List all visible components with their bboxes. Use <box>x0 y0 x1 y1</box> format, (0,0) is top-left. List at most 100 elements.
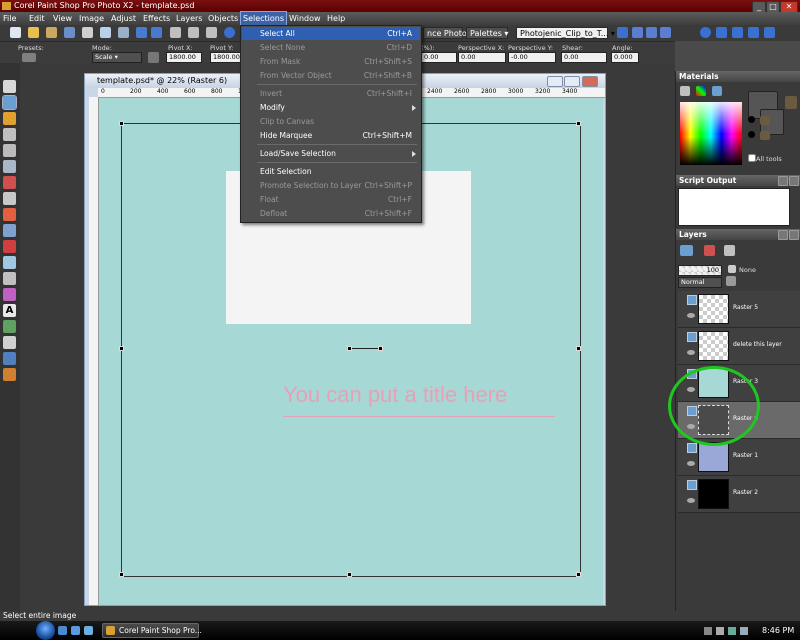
layer-properties-icon[interactable] <box>724 245 735 256</box>
menu-item-clip-to-canvas[interactable]: Clip to Canvas <box>242 115 420 128</box>
taskbar-clock[interactable]: 8:46 PM <box>762 621 794 640</box>
menu-item-promote-selection[interactable]: Promote Selection to Layer Ctrl+Shift+P <box>242 179 420 192</box>
menu-item-float[interactable]: Float Ctrl+F <box>242 193 420 206</box>
clone-tool-icon[interactable] <box>3 192 16 205</box>
frame-tab-icon[interactable] <box>680 86 690 96</box>
menu-window[interactable]: Window <box>289 12 321 25</box>
texture-picker-icon[interactable] <box>760 131 770 140</box>
angle-field[interactable]: 0.000 <box>611 52 639 63</box>
tray-icon[interactable] <box>740 627 748 635</box>
menu-view[interactable]: View <box>53 12 72 25</box>
scan-icon[interactable] <box>118 27 129 38</box>
menu-item-select-all[interactable]: Select All Ctrl+A <box>242 27 420 40</box>
visibility-eye-icon[interactable] <box>687 498 695 503</box>
palettes-dropdown[interactable]: Palettes ▾ <box>466 27 508 39</box>
enhance-photo-dropdown[interactable]: nce Photo ▾ <box>423 27 473 39</box>
perspective-y-field[interactable]: -0.00 <box>508 52 556 63</box>
menu-item-hide-marquee[interactable]: Hide Marquee Ctrl+Shift+M <box>242 129 420 142</box>
delete-layer-icon[interactable] <box>704 245 715 256</box>
visibility-eye-icon[interactable] <box>687 313 695 318</box>
doc-close-button[interactable] <box>582 76 598 87</box>
shape-tool-icon[interactable] <box>3 320 16 333</box>
transform-handle[interactable] <box>119 572 124 577</box>
menu-help[interactable]: Help <box>327 12 345 25</box>
step-script-icon[interactable] <box>646 27 657 38</box>
pen-tool-icon[interactable] <box>3 336 16 349</box>
save-script-icon[interactable] <box>732 27 743 38</box>
swap-colors-icon[interactable] <box>785 96 797 109</box>
paste-icon[interactable] <box>206 27 217 38</box>
shear-field[interactable]: 0.00 <box>561 52 607 63</box>
red-eye-tool-icon[interactable] <box>3 176 16 189</box>
texture-picker-icon[interactable] <box>760 116 770 125</box>
doc-maximize-button[interactable] <box>564 76 580 87</box>
layer-row[interactable]: Raster 1 <box>678 439 800 476</box>
palette-help-button[interactable] <box>778 176 788 186</box>
warp-tool-icon[interactable] <box>3 352 16 365</box>
pivot-x-field[interactable]: 1800.00 <box>166 52 202 63</box>
script-options-icon[interactable] <box>764 27 775 38</box>
taskbar-app-button[interactable]: Corel Paint Shop Pro... <box>102 623 202 638</box>
print-icon[interactable] <box>82 27 93 38</box>
save-icon[interactable] <box>64 27 75 38</box>
straighten-tool-icon[interactable] <box>3 160 16 173</box>
rotation-handle[interactable] <box>378 346 383 351</box>
blend-mode-select[interactable]: Normal <box>678 277 722 288</box>
menu-image[interactable]: Image <box>79 12 104 25</box>
visibility-eye-icon[interactable] <box>687 461 695 466</box>
copy-icon[interactable] <box>188 27 199 38</box>
menu-item-edit-selection[interactable]: Edit Selection <box>242 165 420 178</box>
rainbow-tab-icon[interactable] <box>696 86 706 96</box>
percent-field[interactable]: 0.00 <box>421 52 457 63</box>
transform-handle[interactable] <box>347 572 352 577</box>
menu-layers[interactable]: Layers <box>176 12 202 25</box>
visibility-eye-icon[interactable] <box>687 350 695 355</box>
presets-picker[interactable] <box>22 53 36 62</box>
menu-item-defloat[interactable]: Defloat Ctrl+Shift+F <box>242 207 420 220</box>
transform-handle[interactable] <box>119 121 124 126</box>
selection-tool-icon[interactable] <box>3 112 16 125</box>
info-icon[interactable] <box>224 27 235 38</box>
menu-item-modify[interactable]: Modify <box>242 101 420 114</box>
eraser-tool-icon[interactable] <box>3 272 16 285</box>
palette-help-button[interactable] <box>778 230 788 240</box>
new-file-icon[interactable] <box>10 27 21 38</box>
browse-icon[interactable] <box>46 27 57 38</box>
pan-tool-icon[interactable] <box>3 80 16 93</box>
email-icon[interactable] <box>100 27 111 38</box>
menu-edit[interactable]: Edit <box>29 12 45 25</box>
menu-adjust[interactable]: Adjust <box>111 12 136 25</box>
menu-item-invert[interactable]: Invert Ctrl+Shift+I <box>242 87 420 100</box>
transform-handle[interactable] <box>576 572 581 577</box>
transform-handle[interactable] <box>119 346 124 351</box>
transform-handle[interactable] <box>576 346 581 351</box>
tray-network-icon[interactable] <box>704 627 712 635</box>
menu-selections[interactable]: Selections <box>239 11 288 26</box>
pick-tool-icon[interactable] <box>2 95 17 110</box>
lighten-tool-icon[interactable] <box>3 224 16 237</box>
fill-tool-icon[interactable] <box>3 368 16 381</box>
dropper-tool-icon[interactable] <box>3 128 16 141</box>
run-script-icon[interactable] <box>617 27 628 38</box>
quick-launch-desktop-icon[interactable] <box>71 626 80 635</box>
crop-tool-icon[interactable] <box>3 144 16 157</box>
brush-tool-icon[interactable] <box>3 208 16 221</box>
record-script-icon[interactable] <box>700 27 711 38</box>
redo-icon[interactable] <box>151 27 162 38</box>
tray-volume-icon[interactable] <box>716 627 724 635</box>
swatches-tab-icon[interactable] <box>712 86 722 96</box>
menu-file[interactable]: File <box>3 12 16 25</box>
opacity-field[interactable]: 100 <box>678 265 722 276</box>
all-tools-checkbox[interactable] <box>748 154 756 162</box>
airbrush-tool-icon[interactable] <box>3 256 16 269</box>
cut-icon[interactable] <box>170 27 181 38</box>
lock-transparency-icon[interactable] <box>726 276 736 286</box>
picture-tube-tool-icon[interactable] <box>3 288 16 301</box>
style-picker-icon[interactable] <box>748 131 755 138</box>
edit-script-icon[interactable] <box>632 27 643 38</box>
paint-brush-tool-icon[interactable] <box>3 240 16 253</box>
quick-launch-ie-icon[interactable] <box>58 626 67 635</box>
cancel-script-icon[interactable] <box>748 27 759 38</box>
open-folder-icon[interactable] <box>28 27 39 38</box>
menu-item-select-none[interactable]: Select None Ctrl+D <box>242 41 420 54</box>
